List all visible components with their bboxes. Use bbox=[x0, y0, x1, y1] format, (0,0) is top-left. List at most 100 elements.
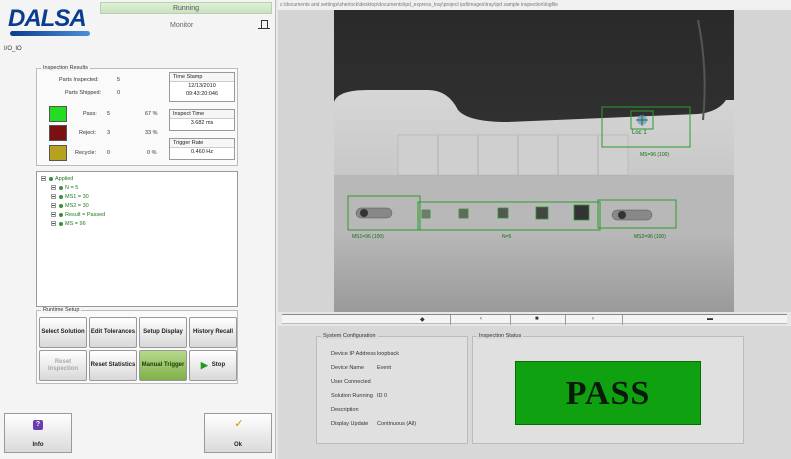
ms2-label: MS2=96 (100) bbox=[634, 234, 666, 240]
previous-frame-icon[interactable]: ‹ bbox=[480, 316, 482, 322]
time-stamp-title: Time Stamp bbox=[170, 73, 234, 82]
ms1-label: MS1=96 (100) bbox=[352, 234, 384, 240]
playback-bar[interactable]: ◆ ‹ ■ › ▬ bbox=[282, 314, 787, 325]
stop-playback-icon[interactable]: ■ bbox=[535, 316, 539, 322]
tree-node-label: Result = Passed bbox=[65, 212, 106, 218]
setup-display-button[interactable]: Setup Display bbox=[139, 317, 187, 348]
reject-color-swatch bbox=[49, 125, 67, 141]
select-solution-button[interactable]: Select Solution bbox=[39, 317, 87, 348]
inspection-results-group: Inspection Results Parts Inspected: 5 Pa… bbox=[36, 65, 238, 166]
tree-node-root[interactable]: Applied bbox=[41, 176, 73, 182]
dalsa-logo: DALSA bbox=[8, 3, 92, 37]
cfg-label: Display Update bbox=[331, 421, 369, 427]
help-icon: ? bbox=[33, 420, 43, 430]
tree-node[interactable]: N = 5 bbox=[51, 185, 78, 191]
left-panel: DALSA Running Monitor I/O_IO Inspection … bbox=[0, 0, 276, 459]
logo-text: DALSA bbox=[8, 5, 87, 32]
trigger-rate-value: 0.460 Hz bbox=[190, 149, 213, 155]
info-button[interactable]: ? Info bbox=[4, 413, 72, 453]
reset-inspection-button[interactable]: Reset Inspection bbox=[39, 350, 87, 381]
cfg-value: Event bbox=[377, 365, 392, 371]
recycle-count: 0 bbox=[107, 150, 111, 156]
manual-trigger-button[interactable]: Manual Trigger bbox=[139, 350, 187, 381]
n-label: N=5 bbox=[502, 234, 512, 240]
time-stamp-box: Time Stamp 12/13/2010 09:43:20:046 bbox=[169, 72, 235, 102]
stop-button-label: Stop bbox=[211, 362, 226, 368]
pass-percent: 67 % bbox=[145, 111, 158, 117]
system-configuration-group: System Configuration Device IP Address l… bbox=[316, 333, 468, 444]
inspect-time-value: 3.682 ms bbox=[190, 120, 214, 126]
recycle-label: Recycle: bbox=[75, 150, 97, 156]
image-viewer[interactable]: Loc 1 MS=96 (100) MS1=96 (100) N=5 MS2=9… bbox=[278, 10, 791, 312]
cfg-label: Device Name bbox=[331, 365, 365, 371]
parts-shipped-label: Parts Shipped: bbox=[65, 90, 102, 96]
recycle-percent: 0 % bbox=[147, 150, 157, 156]
expand-icon[interactable] bbox=[51, 212, 56, 218]
history-recall-button[interactable]: History Recall bbox=[189, 317, 237, 348]
transport-divider bbox=[450, 315, 451, 325]
transport-divider bbox=[622, 315, 623, 325]
reject-count: 3 bbox=[107, 130, 111, 136]
inspect-time-title: Inspect Time bbox=[170, 110, 234, 119]
reject-label: Reject: bbox=[79, 130, 97, 136]
status-area: System Configuration Device IP Address l… bbox=[278, 326, 791, 459]
node-dot-icon bbox=[59, 212, 63, 217]
image-path: c:\documents and settings\sherlock\deskt… bbox=[278, 0, 791, 10]
node-dot-icon bbox=[49, 176, 53, 181]
recycle-color-swatch bbox=[49, 145, 67, 161]
expand-icon[interactable] bbox=[51, 194, 56, 200]
inspection-image: Loc 1 MS=96 (100) MS1=96 (100) N=5 MS2=9… bbox=[278, 10, 791, 312]
run-status-indicator: Running bbox=[100, 2, 272, 14]
ms-label: MS=96 (100) bbox=[640, 152, 669, 158]
expand-icon[interactable] bbox=[51, 185, 56, 191]
node-dot-icon bbox=[59, 203, 63, 208]
tree-node[interactable]: MS2 = 30 bbox=[51, 203, 89, 209]
info-button-label: Info bbox=[32, 442, 44, 448]
time-stamp-time: 09:43:20:046 bbox=[185, 91, 219, 97]
collapse-icon[interactable] bbox=[41, 176, 46, 182]
system-configuration-title: System Configuration bbox=[321, 333, 378, 339]
expand-icon[interactable] bbox=[51, 221, 56, 227]
signal-pulse-icon bbox=[258, 20, 270, 29]
ok-button-label: Ok bbox=[233, 442, 242, 448]
next-frame-icon[interactable]: › bbox=[592, 316, 594, 322]
checkmark-icon: ✓ bbox=[234, 418, 244, 430]
time-stamp-date: 12/13/2010 bbox=[188, 83, 216, 89]
cfg-label: User Connected bbox=[331, 379, 371, 385]
inspect-time-box: Inspect Time 3.682 ms bbox=[169, 109, 235, 131]
results-tree[interactable]: Applied N = 5 MS1 = 30 MS2 = 30 Result =… bbox=[36, 171, 238, 307]
node-dot-icon bbox=[59, 221, 63, 226]
tree-node-label: Applied bbox=[55, 176, 74, 182]
pass-label: Pass: bbox=[83, 111, 97, 117]
tree-node[interactable]: MS = 96 bbox=[51, 221, 86, 227]
inspection-results-title: Inspection Results bbox=[41, 65, 90, 71]
play-icon: ▶ bbox=[200, 360, 208, 370]
monitor-mode-label: Monitor bbox=[170, 22, 194, 29]
cfg-value: loopback bbox=[377, 351, 400, 357]
expand-icon[interactable] bbox=[51, 203, 56, 209]
transport-divider bbox=[510, 315, 511, 325]
parts-inspected-value: 5 bbox=[117, 77, 121, 83]
pass-color-swatch bbox=[49, 106, 67, 122]
cfg-label: Solution Running bbox=[331, 393, 373, 399]
inspection-status-group: Inspection Status PASS bbox=[472, 333, 744, 444]
trigger-rate-box: Trigger Rate 0.460 Hz bbox=[169, 138, 235, 160]
first-frame-icon[interactable]: ◆ bbox=[420, 316, 425, 323]
cfg-value: Continuous (All) bbox=[377, 421, 417, 427]
tree-node[interactable]: MS1 = 30 bbox=[51, 194, 89, 200]
runtime-setup-title: Runtime Setup bbox=[41, 307, 82, 313]
tree-node-label: MS = 96 bbox=[65, 221, 86, 227]
inspection-status-title: Inspection Status bbox=[477, 333, 524, 339]
ok-button[interactable]: ✓ Ok bbox=[204, 413, 272, 453]
io-label: I/O_IO bbox=[4, 46, 22, 52]
last-frame-icon[interactable]: ▬ bbox=[707, 316, 713, 322]
stop-button[interactable]: ▶ Stop bbox=[189, 350, 237, 381]
node-dot-icon bbox=[59, 185, 63, 190]
reject-percent: 33 % bbox=[145, 130, 158, 136]
tree-node-label: MS1 = 30 bbox=[65, 194, 89, 200]
pass-result-indicator: PASS bbox=[515, 361, 701, 425]
edit-tolerances-button[interactable]: Edit Tolerances bbox=[89, 317, 137, 348]
tree-node-label: N = 5 bbox=[65, 185, 79, 191]
tree-node[interactable]: Result = Passed bbox=[51, 212, 105, 218]
reset-statistics-button[interactable]: Reset Statistics bbox=[89, 350, 137, 381]
